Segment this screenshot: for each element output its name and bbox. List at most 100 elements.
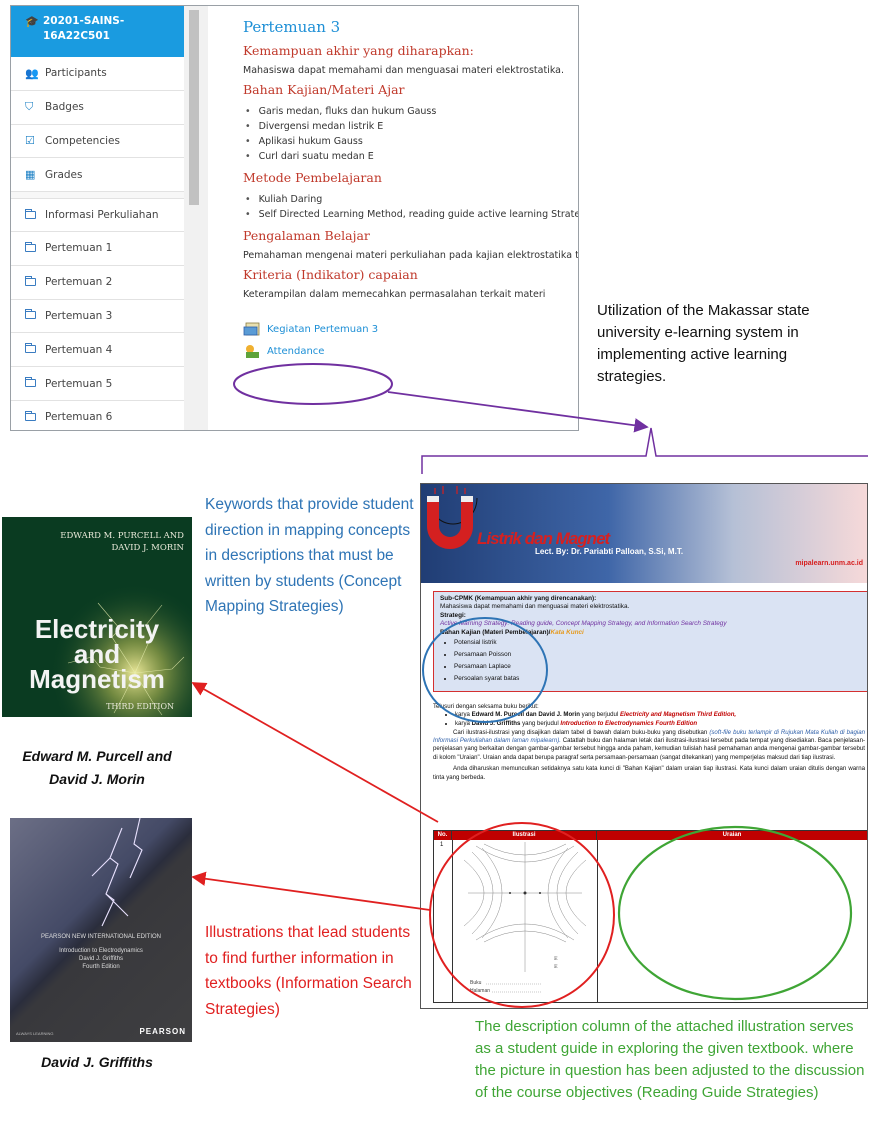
document-icon	[243, 322, 260, 336]
book-list: karya Edward M. Purcell dan David J. Mor…	[455, 711, 865, 728]
course-header[interactable]: 🎓 20201-SAINS-16A22C501	[11, 6, 184, 57]
list-item: Persamaan Laplace	[454, 661, 861, 673]
uraian-input-area[interactable]	[600, 842, 865, 998]
caption-line: David J. Morin	[49, 771, 145, 787]
purple-bracket	[421, 427, 868, 474]
section-title: Pertemuan 3	[243, 18, 341, 36]
link-attendance[interactable]: Attendance	[243, 344, 578, 358]
sidebar-item-label: Pertemuan 5	[45, 377, 113, 390]
heading-kriteria: Kriteria (Indikator) capaian	[243, 267, 418, 282]
checkbox-icon: ☑	[25, 134, 35, 148]
list-bahan: Garis medan, fluks dan hukum Gauss Diver…	[245, 104, 578, 164]
sidebar-item-participants[interactable]: 👥 Participants	[11, 57, 184, 91]
heading-pengalaman: Pengalaman Belajar	[243, 228, 370, 243]
sidebar-item-label: Grades	[45, 168, 83, 181]
sidebar-item-label: Pertemuan 1	[45, 242, 113, 255]
worksheet-banner: Listrik dan Magnet Lect. By: Dr. Pariabt…	[421, 484, 867, 583]
sidebar-item-informasi-perkuliahan[interactable]: Informasi Perkuliahan	[11, 198, 184, 232]
book1-edition: THIRD EDITION	[106, 702, 174, 711]
sidebar-item-pertemuan-2[interactable]: Pertemuan 2	[11, 265, 184, 300]
text-kriteria: Keterampilan dalam memecahkan permasalah…	[243, 289, 546, 300]
link-kegiatan[interactable]: Kegiatan Pertemuan 3	[243, 322, 578, 336]
list-item: karya Edward M. Purcell dan David J. Mor…	[455, 711, 865, 720]
sidebar-item-label: Informasi Perkuliahan	[45, 209, 159, 222]
sidebar-item-pertemuan-3[interactable]: Pertemuan 3	[11, 299, 184, 334]
text-pengalaman: Pemahaman mengenai materi perkuliahan pa…	[243, 250, 579, 261]
keyword-paragraph: Anda diharuskan memunculkan setidaknya s…	[433, 765, 865, 781]
book2-title: Introduction to Electrodynamics	[59, 948, 143, 954]
list-item: Curl dari suatu medan E	[245, 149, 578, 164]
list-item: Aplikasi hukum Gauss	[245, 134, 578, 149]
book2-brand: ALWAYS LEARNING	[16, 1031, 54, 1036]
banner-site: mipalearn.unm.ac.id	[795, 560, 863, 567]
sidebar-item-pertemuan-4[interactable]: Pertemuan 4	[11, 333, 184, 368]
list-item: Garis medan, fluks dan hukum Gauss	[245, 104, 578, 119]
course-nav: 👥 Participants ⛉ Badges ☑ Competencies ▦ Grades…	[11, 57, 184, 430]
cpmk-box: Sub-CPMK (Kemampuan akhir yang direncana…	[433, 591, 867, 692]
buku-label: Buku	[470, 980, 482, 986]
red-arrow-to-purcell	[191, 682, 439, 823]
sidebar-item-label: Competencies	[45, 134, 120, 147]
column-divider	[452, 840, 453, 1002]
list-item: Divergensi medan listrik E	[245, 119, 578, 134]
field-lines-illustration[interactable]: E E Buku Halaman	[454, 842, 596, 1000]
folder-icon	[25, 309, 45, 322]
sidebar-item-label: Pertemuan 2	[45, 276, 113, 289]
svg-text:E: E	[554, 964, 558, 970]
sidebar-item-pertemuan-1[interactable]: Pertemuan 1	[11, 231, 184, 266]
folder-icon	[25, 241, 45, 255]
attendance-icon	[246, 345, 259, 358]
list-metode: Kuliah Daring Self Directed Learning Met…	[245, 192, 578, 222]
book1-author-line: EDWARD M. PURCELL AND	[60, 531, 184, 541]
book2-author: David J. Griffiths	[79, 956, 123, 962]
scrollbar-thumb[interactable]	[189, 10, 199, 205]
course-sidebar: 🎓 20201-SAINS-16A22C501 👥 Participants ⛉ Ba…	[11, 6, 184, 430]
banner-lecturer: Lect. By: Dr. Pariabti Palloan, S.Si, M.…	[535, 547, 684, 556]
sidebar-item-pertemuan-6[interactable]: Pertemuan 6	[11, 400, 184, 430]
book2-publisher: PEARSON	[139, 1027, 186, 1036]
table-row: 1 E E Buku Halaman	[434, 840, 867, 1002]
book-cover-purcell: EDWARD M. PURCELL AND DAVID J. MORIN Ele…	[2, 517, 192, 717]
sidebar-item-badges[interactable]: ⛉ Badges	[11, 90, 184, 125]
course-code: 20201-SAINS-16A22C501	[43, 15, 125, 42]
section-content: Pertemuan 3 Kemampuan akhir yang diharap…	[243, 18, 579, 358]
worksheet-instructions: Telusuri dengan seksama buku berikut: ka…	[433, 703, 865, 782]
list-item: karya David J. Griffiths yang berjudul I…	[455, 720, 865, 729]
kata-kunci-label: Kata Kunci	[550, 628, 584, 636]
heading-kemampuan: Kemampuan akhir yang diharapkan:	[243, 43, 474, 58]
sidebar-item-grades[interactable]: ▦ Grades	[11, 158, 184, 193]
book1-title-line: Magnetism	[29, 664, 165, 694]
sidebar-scrollbar[interactable]	[184, 6, 208, 430]
folder-icon	[25, 410, 45, 424]
list-item: Potensial listrik	[454, 637, 861, 649]
lightning-bolt-icon	[91, 818, 143, 927]
graduation-cap-icon: 🎓	[25, 15, 39, 28]
text-kemampuan: Mahasiswa dapat memahami dan menguasai m…	[243, 65, 565, 76]
link-attendance-label: Attendance	[267, 345, 325, 357]
folder-icon	[25, 377, 45, 390]
sub-cpmk-label: Sub-CPMK (Kemampuan akhir yang direncana…	[440, 595, 597, 602]
list-item: Persoalan syarat batas	[454, 673, 861, 685]
illustration-table: No. Ilustrasi Uraian 1 E E Buku Halaman	[433, 830, 867, 1003]
sidebar-item-pertemuan-5[interactable]: Pertemuan 5	[11, 367, 184, 401]
book1-author-line: DAVID J. MORIN	[111, 543, 184, 553]
folder-icon	[25, 275, 45, 289]
book2-caption: David J. Griffiths	[41, 1054, 153, 1070]
sidebar-item-label: Badges	[45, 101, 84, 114]
heading-bahan: Bahan Kajian/Materi Ajar	[243, 82, 405, 97]
instruction-paragraph: Cari ilustrasi-ilustrasi yang disajikan …	[433, 729, 865, 763]
svg-text:E: E	[554, 956, 558, 962]
list-item: Kuliah Daring	[245, 192, 578, 207]
book-a-author: Edward M. Purcell dan David J. Morin	[471, 711, 580, 719]
sidebar-item-label: Pertemuan 6	[45, 411, 113, 424]
sidebar-item-label: Pertemuan 3	[45, 309, 113, 322]
column-ilustrasi: Ilustrasi	[452, 831, 597, 840]
book-a-title: Electricity and Magnetism Third Edition,	[619, 711, 737, 719]
book-b-title: Introduction to Electrodynamics Fourth E…	[560, 720, 698, 727]
folder-icon	[25, 343, 45, 356]
sidebar-item-competencies[interactable]: ☑ Competencies	[11, 124, 184, 159]
row-number: 1	[440, 842, 444, 848]
sidebar-item-label: Participants	[45, 67, 107, 80]
intro-text: Telusuri dengan seksama buku berikut:	[433, 703, 539, 710]
column-no: No.	[434, 831, 452, 840]
